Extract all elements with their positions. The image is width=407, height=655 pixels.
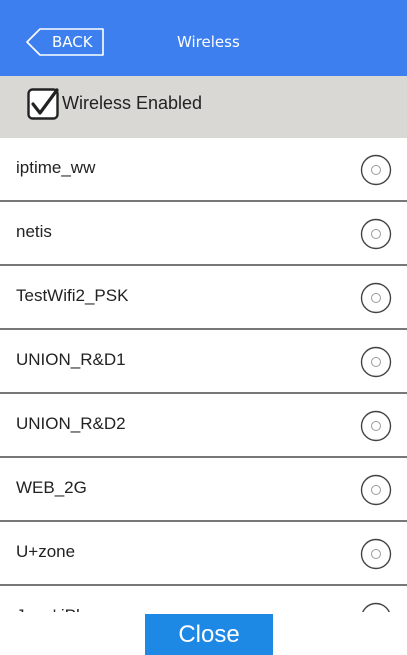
radio-unselected-icon[interactable] [360,410,392,442]
network-ssid: UNION_R&D2 [16,414,126,433]
wireless-enabled-label: Wireless Enabled [62,93,203,113]
radio-unselected-icon[interactable] [360,218,392,250]
network-row[interactable]: iptime_ww [0,138,407,202]
network-ssid: June' iPhone [16,606,114,612]
radio-unselected-icon[interactable] [360,346,392,378]
network-row[interactable]: netis [0,202,407,266]
network-row[interactable]: June' iPhone [0,586,407,612]
network-ssid: WEB_2G [16,478,87,497]
network-row[interactable]: TestWifi2_PSK [0,266,407,330]
network-row[interactable]: UNION_R&D1 [0,330,407,394]
radio-unselected-icon[interactable] [360,154,392,186]
radio-unselected-icon[interactable] [360,474,392,506]
network-row[interactable]: WEB_2G [0,458,407,522]
radio-unselected-icon[interactable] [360,538,392,570]
back-button[interactable]: BACK [26,28,104,56]
radio-unselected-icon[interactable] [360,282,392,314]
network-ssid: UNION_R&D1 [16,350,126,369]
page-title: Wireless [177,33,240,51]
back-button-label: BACK [52,33,93,51]
network-ssid: U+zone [16,542,76,561]
radio-unselected-icon[interactable] [360,602,392,612]
header-bar: BACK Wireless [0,0,407,76]
network-ssid: netis [16,222,52,241]
wireless-enabled-row[interactable]: Wireless Enabled [0,76,407,138]
network-row[interactable]: UNION_R&D2 [0,394,407,458]
network-list[interactable]: iptime_wwnetis TestWifi2_PSK UNION_R&D1 UNI… [0,138,407,612]
network-ssid: TestWifi2_PSK [16,286,129,305]
close-button[interactable]: Close [145,614,273,655]
network-ssid: iptime_ww [16,158,96,177]
wireless-enabled-checkbox[interactable] [27,88,59,120]
network-row[interactable]: U+zone [0,522,407,586]
